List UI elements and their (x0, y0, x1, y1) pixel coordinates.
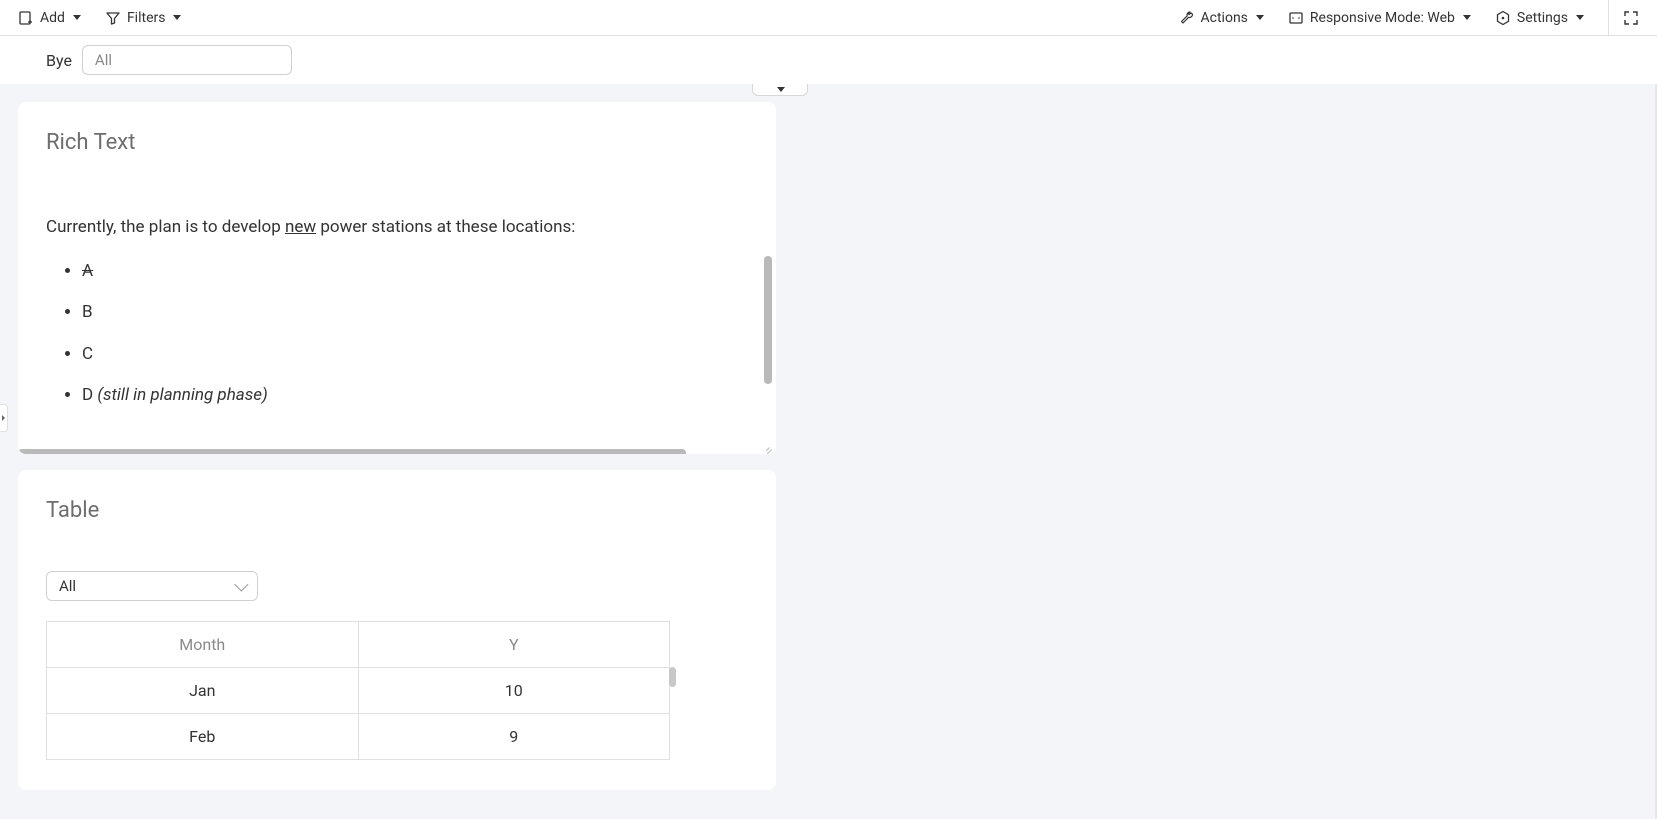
richtext-underline: new (285, 217, 316, 237)
table-cell: 10 (358, 668, 669, 714)
richtext-card[interactable]: Rich Text Currently, the plan is to deve… (18, 102, 776, 454)
add-button[interactable]: Add (18, 10, 81, 26)
toolbar-left-group: Add Filters (18, 10, 181, 26)
vertical-scrollbar[interactable] (764, 256, 772, 384)
chevron-down-icon (1463, 15, 1471, 20)
table-header[interactable]: Y (358, 622, 669, 668)
chevron-down-icon (1256, 15, 1264, 20)
list-item-text: D (82, 385, 97, 405)
wrench-icon (1179, 10, 1195, 26)
table-vertical-scrollbar[interactable] (669, 667, 676, 687)
actions-button[interactable]: Actions (1179, 10, 1264, 26)
chevron-down-icon (73, 15, 81, 20)
table-title: Table (18, 470, 776, 523)
filter-bar: Bye All (0, 36, 1657, 84)
chevron-down-icon (234, 578, 248, 592)
toolbar-right-group: Actions Responsive Mode: Web Settings (1179, 0, 1639, 36)
list-item: C (82, 342, 748, 368)
chevron-down-icon (1576, 15, 1584, 20)
table-card[interactable]: Table All Month Y Jan 10 (18, 470, 776, 790)
settings-button[interactable]: Settings (1495, 10, 1584, 26)
list-item-text: A (82, 261, 93, 281)
table-cell: Feb (47, 714, 359, 760)
filter-label: Bye (46, 51, 72, 70)
side-panel-handle[interactable] (0, 404, 8, 432)
data-table-wrap: Month Y Jan 10 Feb 9 (18, 613, 776, 760)
table-select-value: All (59, 577, 76, 595)
horizontal-scrollbar[interactable] (18, 449, 686, 454)
filters-label: Filters (127, 10, 166, 26)
table-header-row: Month Y (47, 622, 670, 668)
richtext-paragraph: Currently, the plan is to develop new po… (46, 215, 748, 241)
richtext-list: A B C D (still in planning phase) (46, 259, 748, 409)
settings-icon (1495, 10, 1511, 26)
richtext-title: Rich Text (18, 102, 776, 155)
add-icon (18, 10, 34, 26)
filter-select-value: All (95, 51, 112, 69)
actions-label: Actions (1201, 10, 1248, 26)
list-item: D (still in planning phase) (82, 383, 748, 409)
list-item: A (82, 259, 748, 285)
expand-icon (1623, 10, 1639, 26)
table-row[interactable]: Jan 10 (47, 668, 670, 714)
canvas-area: Rich Text Currently, the plan is to deve… (0, 84, 1657, 819)
add-label: Add (40, 10, 65, 26)
richtext-text: power stations at these locations: (316, 217, 575, 237)
table-controls: All (18, 523, 776, 613)
chevron-down-icon (173, 15, 181, 20)
data-table: Month Y Jan 10 Feb 9 (46, 621, 670, 760)
table-cell: Jan (47, 668, 359, 714)
filter-select[interactable]: All (82, 45, 292, 75)
table-header[interactable]: Month (47, 622, 359, 668)
table-filter-select[interactable]: All (46, 571, 258, 601)
responsive-mode-button[interactable]: Responsive Mode: Web (1288, 10, 1471, 26)
list-item-text: C (82, 344, 93, 364)
list-item: B (82, 300, 748, 326)
filter-icon (105, 10, 121, 26)
expand-notch[interactable] (752, 84, 808, 96)
list-item-note: (still in planning phase) (97, 385, 267, 405)
filters-button[interactable]: Filters (105, 10, 182, 26)
fullscreen-button[interactable] (1608, 0, 1639, 36)
settings-label: Settings (1517, 10, 1568, 26)
chevron-right-icon (2, 415, 5, 421)
richtext-body: Currently, the plan is to develop new po… (18, 155, 776, 445)
table-cell: 9 (358, 714, 669, 760)
responsive-label: Responsive Mode: Web (1310, 10, 1455, 26)
top-toolbar: Add Filters Actions Responsive Mode: Web… (0, 0, 1657, 36)
resize-handle[interactable] (762, 440, 772, 450)
responsive-icon (1288, 10, 1304, 26)
chevron-down-icon (777, 87, 785, 92)
table-row[interactable]: Feb 9 (47, 714, 670, 760)
list-item-text: B (82, 302, 93, 322)
richtext-text: Currently, the plan is to develop (46, 217, 285, 237)
